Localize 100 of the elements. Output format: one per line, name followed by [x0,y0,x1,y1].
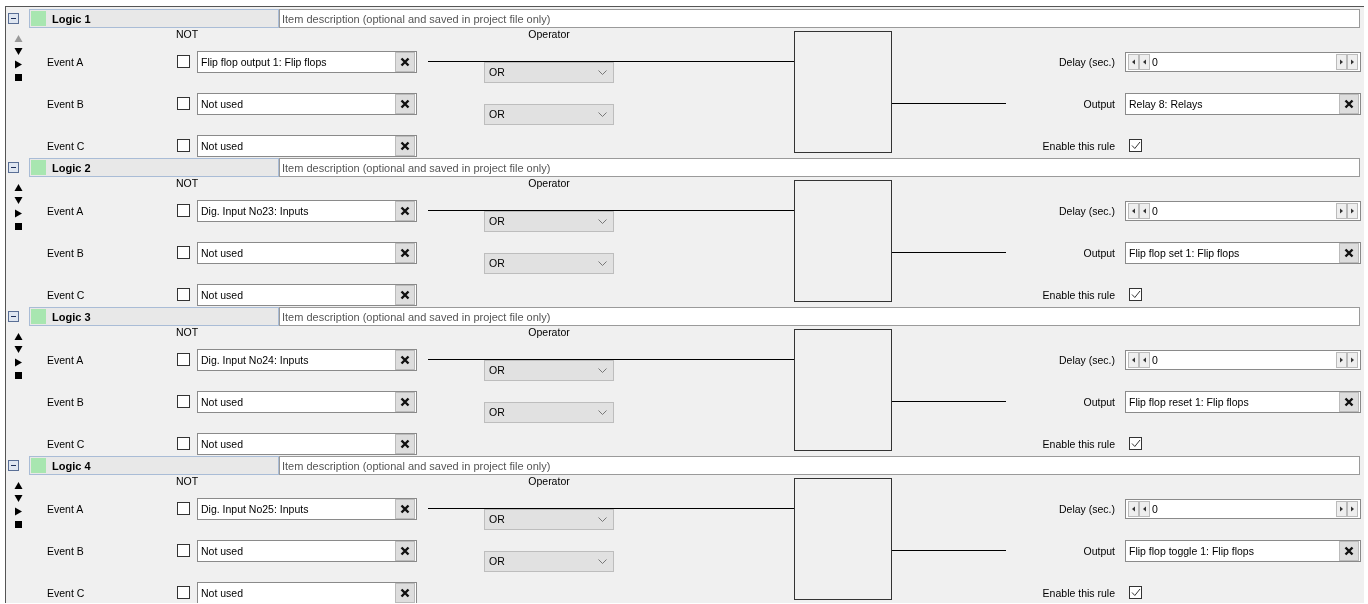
move-down-icon[interactable] [14,494,23,503]
enable-checkbox[interactable] [1129,288,1142,301]
move-down-icon[interactable] [14,47,23,56]
clear-icon[interactable] [395,93,415,114]
increment-icon[interactable] [1347,53,1358,70]
clear-icon[interactable] [395,51,415,72]
operator-dropdown[interactable]: OR [484,252,614,274]
output-field[interactable]: Flip flop toggle 1: Flip flops [1125,539,1361,562]
event-field[interactable]: Not used [197,539,417,562]
move-up-icon[interactable] [14,332,23,341]
stop-icon[interactable] [14,520,23,529]
delay-spinner[interactable]: 0 [1125,51,1361,72]
output-field[interactable]: Relay 8: Relays [1125,92,1361,115]
decrement-icon[interactable] [1128,351,1139,368]
description-field[interactable]: Item description (optional and saved in project file only) [279,307,1360,326]
play-icon[interactable] [14,358,23,367]
not-checkbox[interactable] [177,288,190,301]
not-checkbox[interactable] [177,544,190,557]
clear-icon[interactable] [395,284,415,305]
decrement-icon[interactable] [1128,500,1139,517]
not-checkbox[interactable] [177,502,190,515]
not-checkbox[interactable] [177,395,190,408]
description-field[interactable]: Item description (optional and saved in project file only) [279,158,1360,177]
collapse-icon[interactable] [8,460,19,471]
increment-icon[interactable] [1336,53,1347,70]
event-field[interactable]: Not used [197,241,417,264]
operator-dropdown[interactable]: OR [484,359,614,381]
color-swatch[interactable] [31,11,46,26]
event-field[interactable]: Flip flop output 1: Flip flops [197,50,417,73]
clear-icon[interactable] [1339,540,1359,561]
color-swatch[interactable] [31,309,46,324]
operator-dropdown[interactable]: OR [484,508,614,530]
output-field[interactable]: Flip flop set 1: Flip flops [1125,241,1361,264]
increment-icon[interactable] [1347,202,1358,219]
event-field[interactable]: Not used [197,283,417,306]
decrement-icon[interactable] [1128,53,1139,70]
stop-icon[interactable] [14,371,23,380]
clear-icon[interactable] [1339,242,1359,263]
collapse-icon[interactable] [8,162,19,173]
stop-icon[interactable] [14,73,23,82]
decrement-icon[interactable] [1128,202,1139,219]
color-swatch[interactable] [31,160,46,175]
decrement-icon[interactable] [1139,500,1150,517]
operator-dropdown[interactable]: OR [484,210,614,232]
description-field[interactable]: Item description (optional and saved in project file only) [279,456,1360,475]
move-up-icon[interactable] [14,481,23,490]
description-field[interactable]: Item description (optional and saved in project file only) [279,9,1360,28]
clear-icon[interactable] [395,582,415,603]
event-field[interactable]: Dig. Input No25: Inputs [197,497,417,520]
clear-icon[interactable] [395,433,415,454]
delay-spinner[interactable]: 0 [1125,498,1361,519]
event-field[interactable]: Not used [197,581,417,603]
event-field[interactable]: Dig. Input No24: Inputs [197,348,417,371]
event-field[interactable]: Not used [197,390,417,413]
event-field[interactable]: Dig. Input No23: Inputs [197,199,417,222]
clear-icon[interactable] [395,135,415,156]
clear-icon[interactable] [1339,93,1359,114]
increment-icon[interactable] [1336,351,1347,368]
color-swatch[interactable] [31,458,46,473]
event-field[interactable]: Not used [197,432,417,455]
operator-dropdown[interactable]: OR [484,550,614,572]
decrement-icon[interactable] [1139,202,1150,219]
not-checkbox[interactable] [177,437,190,450]
operator-dropdown[interactable]: OR [484,61,614,83]
not-checkbox[interactable] [177,97,190,110]
decrement-icon[interactable] [1139,351,1150,368]
play-icon[interactable] [14,507,23,516]
increment-icon[interactable] [1347,500,1358,517]
move-down-icon[interactable] [14,345,23,354]
delay-spinner[interactable]: 0 [1125,349,1361,370]
collapse-icon[interactable] [8,311,19,322]
clear-icon[interactable] [395,540,415,561]
collapse-icon[interactable] [8,13,19,24]
move-up-icon[interactable] [14,183,23,192]
delay-spinner[interactable]: 0 [1125,200,1361,221]
event-field[interactable]: Not used [197,92,417,115]
play-icon[interactable] [14,60,23,69]
not-checkbox[interactable] [177,586,190,599]
not-checkbox[interactable] [177,55,190,68]
not-checkbox[interactable] [177,139,190,152]
stop-icon[interactable] [14,222,23,231]
clear-icon[interactable] [395,200,415,221]
enable-checkbox[interactable] [1129,139,1142,152]
operator-dropdown[interactable]: OR [484,401,614,423]
output-field[interactable]: Flip flop reset 1: Flip flops [1125,390,1361,413]
clear-icon[interactable] [395,242,415,263]
decrement-icon[interactable] [1139,53,1150,70]
clear-icon[interactable] [1339,391,1359,412]
not-checkbox[interactable] [177,204,190,217]
enable-checkbox[interactable] [1129,586,1142,599]
enable-checkbox[interactable] [1129,437,1142,450]
not-checkbox[interactable] [177,353,190,366]
clear-icon[interactable] [395,498,415,519]
operator-dropdown[interactable]: OR [484,103,614,125]
event-field[interactable]: Not used [197,134,417,157]
increment-icon[interactable] [1336,202,1347,219]
clear-icon[interactable] [395,391,415,412]
increment-icon[interactable] [1336,500,1347,517]
not-checkbox[interactable] [177,246,190,259]
move-down-icon[interactable] [14,196,23,205]
